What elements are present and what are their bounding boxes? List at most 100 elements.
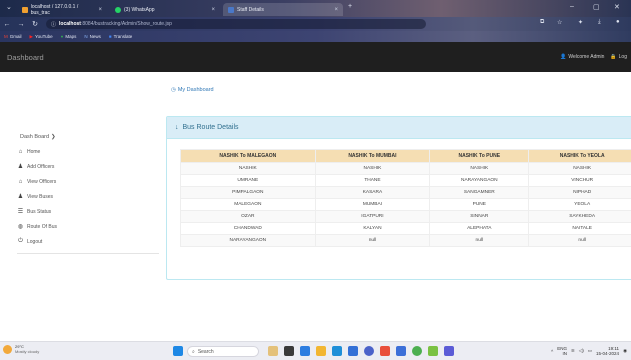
close-icon[interactable]: × xyxy=(211,7,215,13)
brand-dashboard[interactable]: Dashboard xyxy=(7,53,44,62)
chrome-icon[interactable] xyxy=(412,346,422,356)
dashboard-clock-icon: ◷ xyxy=(171,87,176,93)
my-dashboard-link[interactable]: ◷ My Dashboard xyxy=(171,87,214,93)
language-indicator[interactable]: ENG IN xyxy=(557,346,567,356)
widgets-icon[interactable] xyxy=(268,346,278,356)
sidebar-divider xyxy=(17,253,159,254)
sidebar-item-bus-status[interactable]: ☰ Bus Status xyxy=(17,204,157,219)
sidebar-item-view-buses[interactable]: ♟ View Buses xyxy=(17,189,157,204)
table-cell: UMRANE xyxy=(180,174,316,187)
welcome-admin-link[interactable]: 👤 Welcome Admin xyxy=(560,54,604,60)
table-cell: ALEPHATA xyxy=(429,222,530,235)
table-cell: null xyxy=(429,234,530,247)
store-icon[interactable] xyxy=(332,346,342,356)
news-icon: N xyxy=(84,34,88,39)
user-icon: ♟ xyxy=(17,164,24,170)
weather-sun-icon xyxy=(3,344,12,354)
profile-avatar-icon[interactable]: ● xyxy=(616,19,620,25)
table-cell: SANGAMNER xyxy=(429,186,530,199)
home-icon: ⌂ xyxy=(18,148,23,155)
volume-icon[interactable]: ◁) xyxy=(579,348,584,354)
sidebar-item-home[interactable]: ⌂ Home xyxy=(17,144,157,159)
edge-icon[interactable] xyxy=(300,346,310,356)
taskbar-search[interactable]: ⌕ Search xyxy=(187,346,259,357)
table-row: CHANDWAD KALYAN ALEPHATA NAITALE xyxy=(180,222,631,235)
address-bar[interactable]: ⓘ localhost:8084/bustracking/Admin/Show_… xyxy=(46,19,426,29)
table-row: MALEGAON MUMBAI PUNE YEOLA xyxy=(180,198,631,211)
sidebar-item-logout[interactable]: ⏻ Logout xyxy=(17,234,157,249)
browser-toolbar: ← → ↻ ⓘ localhost:8084/bustracking/Admin… xyxy=(0,17,631,31)
bookmark-gmail[interactable]: M Gmail xyxy=(4,34,22,39)
maximize-icon[interactable]: ▢ xyxy=(593,3,600,11)
panel-heading: ↓ Bus Route Details xyxy=(167,117,631,139)
office-icon[interactable] xyxy=(380,346,390,356)
table-cell: PUNE xyxy=(429,198,530,211)
browser-tab-strip: ⌄ localhost / 127.0.0.1 / bus_trac × (3)… xyxy=(0,0,631,17)
chevron-up-icon[interactable]: ^ xyxy=(551,349,553,354)
table-cell: NARAYANGAON xyxy=(180,234,316,247)
bookmark-youtube[interactable]: ▶ YouTube xyxy=(30,34,53,40)
bookmark-star-icon[interactable]: ☆ xyxy=(557,19,562,26)
bookmark-maps[interactable]: ● Maps xyxy=(61,34,77,39)
app-icon[interactable] xyxy=(428,346,438,356)
table-cell: KALYAN xyxy=(314,222,431,235)
taskbar-clock[interactable]: 19:11 15-04-2024 xyxy=(596,346,619,356)
table-cell: NARAYANGAON xyxy=(429,174,530,187)
table-cell: NIPHAD xyxy=(528,186,631,199)
table-row: NARAYANGAON null null null xyxy=(180,234,631,247)
app-icon[interactable] xyxy=(364,346,374,356)
forward-arrow-icon[interactable]: → xyxy=(14,21,28,28)
weather-widget[interactable]: 29°C Mostly cloudy xyxy=(3,344,39,354)
table-cell: NASHIK xyxy=(314,162,431,175)
list-icon: ☰ xyxy=(17,209,24,215)
close-icon[interactable]: × xyxy=(334,7,338,13)
mail-icon[interactable] xyxy=(348,346,358,356)
column-header: NASHIK To PUNE xyxy=(429,149,530,163)
file-explorer-icon[interactable] xyxy=(316,346,326,356)
home-icon: ⌂ xyxy=(18,178,23,185)
app-icon[interactable] xyxy=(444,346,454,356)
browser-tab-staff-details[interactable]: Staff Details × xyxy=(223,3,343,16)
table-cell: NASHIK xyxy=(528,162,631,175)
browser-tab-whatsapp[interactable]: (3) WhatsApp × xyxy=(110,3,220,16)
extensions-icon[interactable]: ✦ xyxy=(578,19,583,26)
table-cell: PIMPALGAON xyxy=(180,186,316,199)
new-tab-icon[interactable]: + xyxy=(348,3,352,10)
table-cell: IGATPURI xyxy=(314,210,431,223)
column-header: NASHIK To MUMBAI xyxy=(314,149,431,163)
sidebar-item-add-officers[interactable]: ♟ Add Officers xyxy=(17,159,157,174)
task-view-icon[interactable] xyxy=(284,346,294,356)
table-cell: MALEGAON xyxy=(180,198,316,211)
sidebar: Dash Board ❯ ⌂ Home ♟ Add Officers ⌂ Vie… xyxy=(17,130,157,249)
power-icon: ⏻ xyxy=(18,238,23,244)
reload-icon[interactable]: ↻ xyxy=(28,20,42,28)
arrow-down-icon: ↓ xyxy=(175,124,179,131)
sidebar-item-route-of-bus[interactable]: ◍ Route Of Bus xyxy=(17,219,157,234)
tab-search-icon[interactable]: ⌄ xyxy=(6,3,12,11)
table-row: UMRANE THANE NARAYANGAON VINCHUR xyxy=(180,174,631,187)
sidebar-header[interactable]: Dash Board ❯ xyxy=(17,130,157,144)
table-cell: SAYKHEDA xyxy=(528,210,631,223)
table-cell: YEOLA xyxy=(528,198,631,211)
table-cell: OZAR xyxy=(180,210,316,223)
close-icon[interactable]: × xyxy=(98,7,102,13)
windows-start-icon[interactable] xyxy=(173,346,183,356)
app-navbar: Dashboard 👤 Welcome Admin 🔒 Log xyxy=(0,42,631,72)
bookmark-translate[interactable]: ■ Translate xyxy=(109,34,132,39)
notification-icon[interactable]: ◉ xyxy=(623,348,627,354)
close-window-icon[interactable]: ✕ xyxy=(614,3,620,11)
battery-icon[interactable]: ▭ xyxy=(588,348,592,354)
bookmark-news[interactable]: N News xyxy=(84,34,101,39)
sidebar-item-view-officers[interactable]: ⌂ View Officers xyxy=(17,174,157,189)
wifi-icon[interactable]: ≋ xyxy=(571,348,575,354)
browser-tab-phpmyadmin[interactable]: localhost / 127.0.0.1 / bus_trac × xyxy=(17,3,107,16)
site-info-icon[interactable]: ⓘ xyxy=(51,21,56,28)
translate-icon[interactable]: ⧉ xyxy=(540,19,544,26)
download-icon[interactable]: ⤓ xyxy=(598,19,601,26)
back-arrow-icon[interactable]: ← xyxy=(0,21,14,28)
logout-link[interactable]: 🔒 Log xyxy=(610,54,627,60)
page-icon xyxy=(228,6,234,13)
app-icon[interactable] xyxy=(396,346,406,356)
translate-icon: ■ xyxy=(108,34,112,39)
minimize-icon[interactable]: – xyxy=(570,3,574,10)
